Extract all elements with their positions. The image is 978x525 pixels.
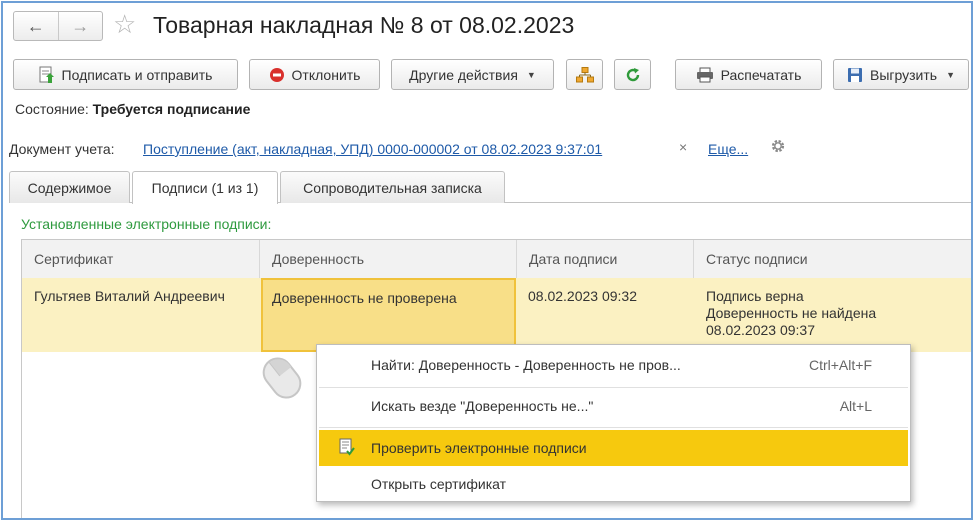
- chevron-down-icon: ▼: [946, 69, 955, 80]
- print-label: Распечатать: [720, 66, 802, 83]
- document-check-icon: [339, 438, 355, 459]
- signatures-section-title: Установленные электронные подписи:: [21, 216, 272, 232]
- forward-button[interactable]: →: [57, 12, 103, 40]
- status-line-2: Доверенность не найдена: [706, 305, 877, 321]
- structure-button[interactable]: [566, 59, 603, 90]
- nav-buttons: ← →: [13, 11, 103, 41]
- cell-certificate[interactable]: Гультяев Виталий Андреевич: [34, 288, 225, 305]
- cell-signature-status[interactable]: Подпись верна Доверенность не найдена 08…: [706, 288, 876, 339]
- print-button[interactable]: Распечатать: [675, 59, 822, 90]
- column-signature-status[interactable]: Статус подписи: [694, 240, 971, 278]
- chevron-down-icon: ▼: [526, 69, 536, 80]
- refresh-icon: [625, 67, 641, 83]
- document-window: ← → ☆ Товарная накладная № 8 от 08.02.20…: [1, 1, 973, 520]
- sign-and-send-label: Подписать и отправить: [61, 66, 213, 83]
- printer-icon: [696, 67, 714, 83]
- menu-item-label: Открыть сертификат: [371, 476, 507, 492]
- cell-signature-date[interactable]: 08.02.2023 09:32: [528, 288, 637, 305]
- document-label: Документ учета:: [9, 141, 115, 157]
- column-power-of-attorney[interactable]: Доверенность: [260, 240, 517, 278]
- refresh-button[interactable]: [614, 59, 651, 90]
- other-actions-label: Другие действия: [409, 66, 518, 83]
- favorite-star-icon[interactable]: ☆: [113, 9, 136, 40]
- save-disk-icon: [847, 67, 863, 83]
- menu-item-verify-signatures[interactable]: Проверить электронные подписи: [319, 430, 908, 466]
- tab-label: Подписи (1 из 1): [151, 180, 259, 196]
- table-header: Сертификат Доверенность Дата подписи Ста…: [22, 240, 971, 279]
- tab-signatures[interactable]: Подписи (1 из 1): [132, 171, 278, 204]
- menu-item-label: Проверить электронные подписи: [371, 440, 587, 456]
- reject-label: Отклонить: [291, 66, 361, 83]
- gear-icon[interactable]: [769, 137, 787, 158]
- hierarchy-icon: [575, 66, 594, 83]
- status-line-1: Подпись верна: [706, 288, 804, 304]
- menu-separator: [319, 427, 908, 428]
- status-label: Состояние:: [15, 101, 89, 117]
- export-label: Выгрузить: [869, 66, 938, 83]
- menu-item-label: Найти: Доверенность - Доверенность не пр…: [371, 357, 681, 373]
- status-line-3: 08.02.2023 09:37: [706, 322, 815, 338]
- arrow-right-icon: →: [71, 15, 90, 36]
- document-sign-icon: [39, 66, 55, 84]
- menu-item-label: Искать везде "Доверенность не...": [371, 398, 594, 414]
- arrow-left-icon: ←: [26, 15, 45, 36]
- cell-power-of-attorney[interactable]: Доверенность не проверена: [261, 278, 516, 352]
- mouse-right-click-icon: [259, 353, 305, 406]
- document-label-row: Документ учета:: [9, 141, 115, 157]
- document-link[interactable]: Поступление (акт, накладная, УПД) 0000-0…: [143, 141, 602, 157]
- back-button[interactable]: ←: [14, 12, 58, 40]
- column-signature-date[interactable]: Дата подписи: [517, 240, 694, 278]
- tab-cover-note[interactable]: Сопроводительная записка: [280, 171, 505, 203]
- menu-item-search-everywhere[interactable]: Искать везде "Доверенность не..." Alt+L: [317, 388, 910, 424]
- menu-item-shortcut: Ctrl+Alt+F: [808, 357, 872, 373]
- menu-item-find[interactable]: Найти: Доверенность - Доверенность не пр…: [317, 347, 910, 383]
- reject-button[interactable]: Отклонить: [249, 59, 380, 90]
- status-line: Состояние: Требуется подписание: [15, 101, 250, 117]
- other-actions-button[interactable]: Другие действия ▼: [391, 59, 554, 90]
- status-value: Требуется подписание: [92, 101, 251, 117]
- window-title: Товарная накладная № 8 от 08.02.2023: [153, 12, 575, 38]
- context-menu: Найти: Доверенность - Доверенность не пр…: [316, 344, 911, 502]
- tab-label: Содержимое: [27, 179, 112, 196]
- reject-icon: [269, 67, 285, 83]
- tab-contents[interactable]: Содержимое: [9, 171, 130, 203]
- export-button[interactable]: Выгрузить ▼: [833, 59, 969, 90]
- menu-item-shortcut: Alt+L: [839, 398, 872, 414]
- table-row[interactable]: Гультяев Виталий Андреевич Доверенность …: [22, 278, 971, 352]
- column-certificate[interactable]: Сертификат: [22, 240, 260, 278]
- sign-and-send-button[interactable]: Подписать и отправить: [13, 59, 238, 90]
- tab-label: Сопроводительная записка: [303, 179, 482, 196]
- menu-item-open-certificate[interactable]: Открыть сертификат: [317, 466, 910, 502]
- clear-icon[interactable]: ×: [679, 139, 687, 155]
- more-link[interactable]: Еще...: [708, 141, 748, 157]
